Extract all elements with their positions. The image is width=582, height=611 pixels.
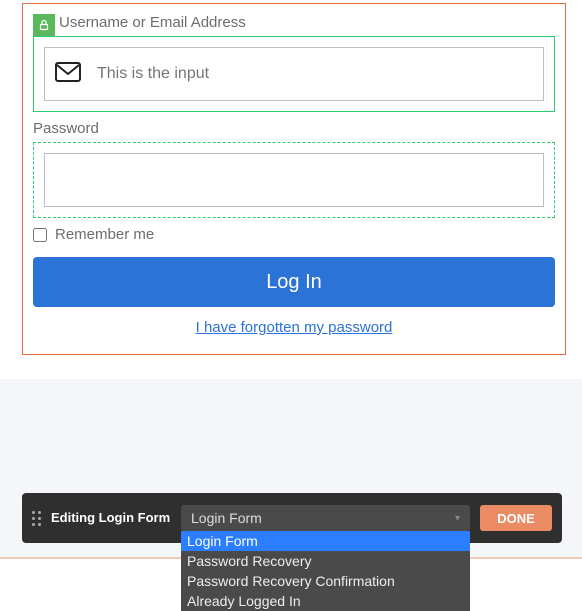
chevron-down-icon: ▾ [455, 513, 460, 524]
done-button[interactable]: DONE [480, 505, 552, 531]
remember-row: Remember me [33, 226, 555, 243]
drag-handle-icon[interactable] [32, 511, 41, 526]
select-box[interactable]: Login Form ▾ [181, 505, 470, 531]
lock-icon [33, 14, 55, 36]
username-label: Username or Email Address [33, 14, 555, 31]
dropdown-option[interactable]: Password Recovery Confirmation [181, 571, 470, 591]
remember-label: Remember me [55, 226, 154, 243]
login-form-card: Username or Email Address Password Remem… [22, 3, 566, 355]
username-field-wrap [33, 36, 555, 112]
editor-bar: Editing Login Form Login Form ▾ Login Fo… [22, 493, 562, 543]
dropdown-option[interactable]: Login Form [181, 531, 470, 551]
editor-title: Editing Login Form [51, 510, 171, 526]
form-state-select: Login Form ▾ Login Form Password Recover… [181, 505, 470, 531]
forgot-password-link[interactable]: I have forgotten my password [33, 319, 555, 336]
password-field-wrap [33, 142, 555, 218]
dropdown-option[interactable]: Already Logged In [181, 591, 470, 611]
select-value: Login Form [191, 510, 262, 526]
dropdown-option[interactable]: Password Recovery [181, 551, 470, 571]
select-dropdown: Login Form Password Recovery Password Re… [181, 531, 470, 611]
username-input[interactable] [97, 65, 533, 83]
username-input-row [44, 47, 544, 101]
login-button[interactable]: Log In [33, 257, 555, 307]
password-input[interactable] [55, 171, 533, 189]
remember-checkbox[interactable] [33, 228, 47, 242]
password-label: Password [33, 120, 555, 137]
envelope-icon [55, 62, 81, 87]
password-input-row [44, 153, 544, 207]
